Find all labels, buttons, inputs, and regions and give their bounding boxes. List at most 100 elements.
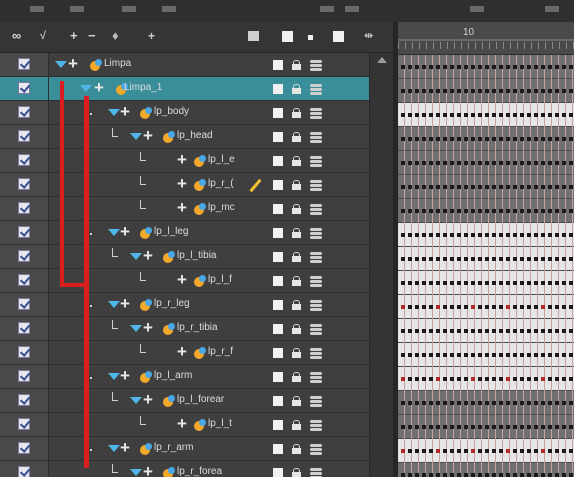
keyframe-marker[interactable] [464,305,468,309]
keyframe-marker[interactable] [527,401,531,405]
keyframe-marker[interactable] [569,161,573,165]
keyframe-marker[interactable] [415,257,419,261]
layer-enable-cell[interactable] [0,341,49,364]
keyframe-marker[interactable] [429,161,433,165]
keyframe-marker[interactable] [541,257,545,261]
keyframe-marker[interactable] [422,161,426,165]
keyframe-marker[interactable] [401,233,405,237]
keyframe-marker[interactable] [401,401,405,405]
keyframe-marker[interactable] [478,281,482,285]
keyframe-marker[interactable] [492,401,496,405]
keyframe-marker[interactable] [534,473,538,477]
thumbnail-icon[interactable] [248,31,259,41]
keyframe-marker[interactable] [436,425,440,429]
keyframe-marker[interactable] [478,425,482,429]
keyframe-marker[interactable] [506,185,510,189]
layer-row[interactable]: + lp_l_arm [0,365,369,389]
keyframe-marker[interactable] [443,329,447,333]
keyframe-marker[interactable] [485,209,489,213]
keyframe-marker[interactable] [513,161,517,165]
keyframe-marker[interactable] [422,65,426,69]
layer-enable-cell[interactable] [0,389,49,412]
keyframe-marker[interactable] [471,257,475,261]
expand-arrow-icon[interactable] [108,301,120,308]
enable-checkbox[interactable] [18,202,30,214]
keyframe-marker[interactable] [513,209,517,213]
layer-enable-cell[interactable] [0,173,49,196]
keyframe-marker[interactable] [478,401,482,405]
keyframe-marker[interactable] [429,473,433,477]
timeline-row[interactable] [398,127,574,151]
enable-checkbox[interactable] [18,106,30,118]
keyframe-marker[interactable] [401,281,405,285]
keyframe-marker[interactable] [436,473,440,477]
keyframe-marker[interactable] [527,305,531,309]
keyframe-marker[interactable] [471,233,475,237]
keyframe-marker[interactable] [520,137,524,141]
layer-enable-cell[interactable] [0,269,49,292]
keyframe-marker[interactable] [548,425,552,429]
keyframe-marker[interactable] [450,305,454,309]
layer-color-swatch[interactable] [273,324,283,334]
stack-icon[interactable] [310,275,322,287]
keyframe-marker[interactable] [443,137,447,141]
keyframe-marker[interactable] [492,113,496,117]
keyframe-marker[interactable] [506,137,510,141]
keyframe-marker[interactable] [450,353,454,357]
keyframe-marker[interactable] [415,65,419,69]
timeline-row[interactable] [398,175,574,199]
keyframe-marker[interactable] [443,281,447,285]
keyframe-marker[interactable] [548,449,552,453]
keyframe-marker[interactable] [408,161,412,165]
stack-icon[interactable] [310,371,322,383]
keyframe-marker[interactable] [541,233,545,237]
keyframe-marker[interactable] [401,137,405,141]
keyframe-marker[interactable] [422,305,426,309]
layer-name[interactable]: lp_r_f [208,346,266,357]
keyframe-marker[interactable] [520,449,524,453]
expand-arrow-icon[interactable] [108,109,120,116]
keyframe-marker[interactable] [401,377,405,381]
keyframe-marker[interactable] [562,209,566,213]
lock-icon[interactable] [292,444,301,454]
keyframe-marker[interactable] [478,329,482,333]
keyframe-marker[interactable] [464,257,468,261]
keyframe-marker[interactable] [562,425,566,429]
layer-row[interactable]: + lp_r_arm [0,437,369,461]
keyframe-marker[interactable] [457,233,461,237]
layer-row[interactable]: + lp_l_tibia [0,245,369,269]
keyframe-marker[interactable] [485,329,489,333]
enable-checkbox[interactable] [18,322,30,334]
layer-name[interactable]: lp_l_t [208,418,266,429]
layer-name[interactable]: lp_l_leg [154,226,266,237]
toolbar-icon[interactable] [320,6,334,12]
keyframe-marker[interactable] [457,89,461,93]
layer-row[interactable]: + Limpa [0,53,369,77]
timeline-row[interactable] [398,319,574,343]
keyframe-marker[interactable] [506,209,510,213]
layer-row[interactable]: + lp_r_forea [0,461,369,477]
keyframe-marker[interactable] [422,209,426,213]
keyframe-marker[interactable] [485,401,489,405]
keyframe-marker[interactable] [450,425,454,429]
keyframe-marker[interactable] [471,281,475,285]
keyframe-marker[interactable] [548,473,552,477]
keyframe-marker[interactable] [415,425,419,429]
enable-checkbox[interactable] [18,178,30,190]
keyframe-marker[interactable] [562,473,566,477]
keyframe-marker[interactable] [401,113,405,117]
keyframe-marker[interactable] [506,161,510,165]
keyframe-marker[interactable] [534,137,538,141]
keyframe-marker[interactable] [569,113,573,117]
keyframe-marker[interactable] [499,137,503,141]
keyframe-marker[interactable] [457,65,461,69]
keyframe-marker[interactable] [492,233,496,237]
layer-name[interactable]: lp_r_tibia [177,322,266,333]
expand-arrow-icon[interactable] [108,229,120,236]
layer-color-swatch[interactable] [273,348,283,358]
keyframe-marker[interactable] [555,281,559,285]
expand-arrow-icon[interactable] [130,253,142,260]
keyframe-marker[interactable] [415,329,419,333]
keyframe-marker[interactable] [555,305,559,309]
keyframe-marker[interactable] [415,281,419,285]
